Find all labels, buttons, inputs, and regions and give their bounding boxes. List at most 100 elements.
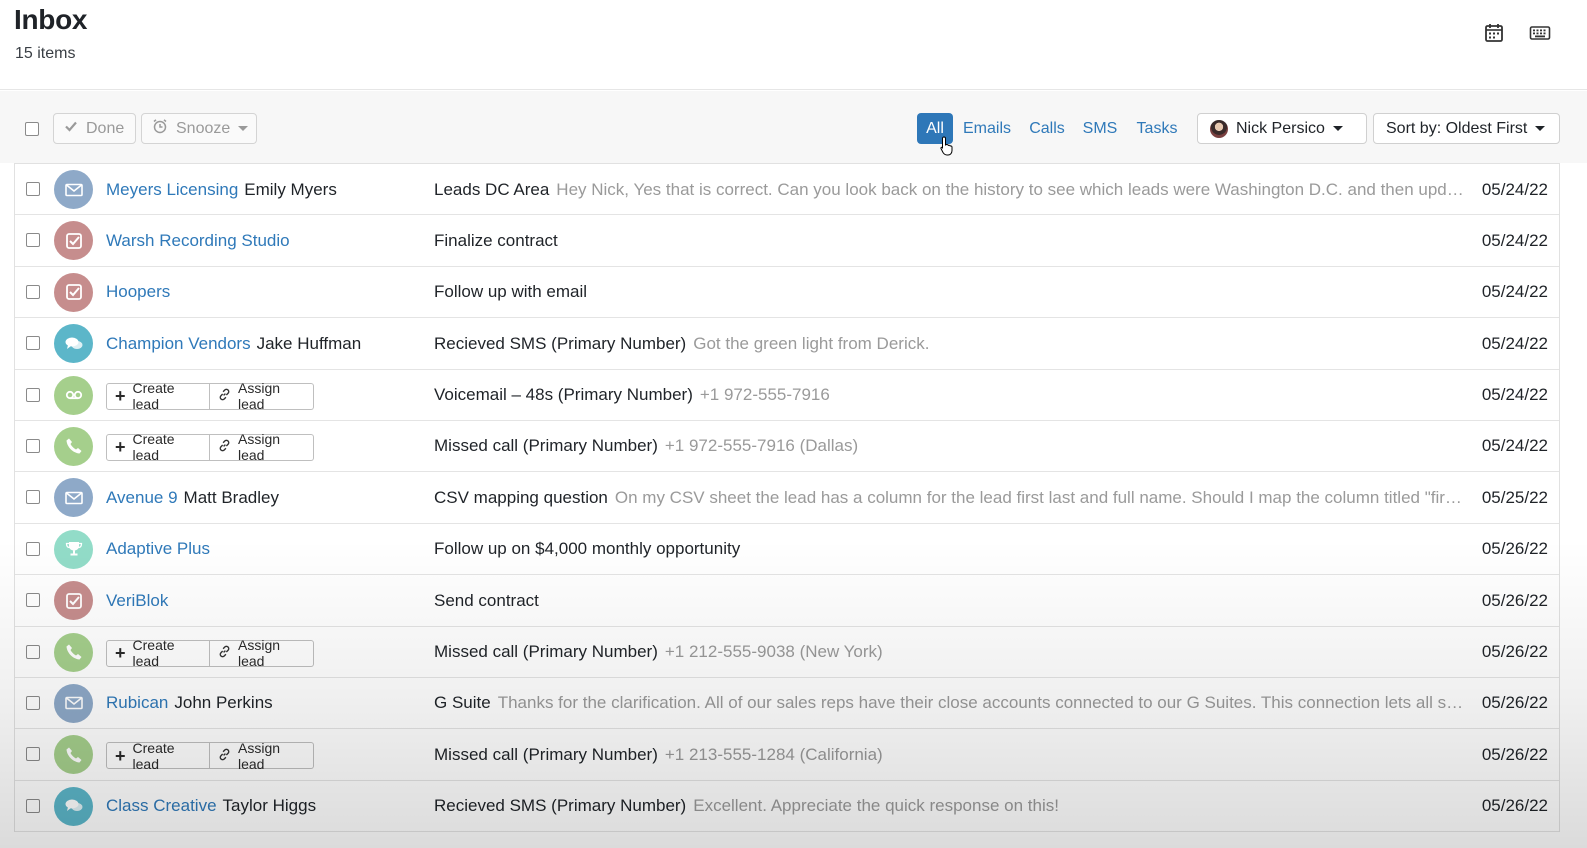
subject-text: Missed call (Primary Number): [434, 436, 658, 456]
company-link[interactable]: Rubican: [106, 693, 168, 713]
row-subject[interactable]: Recieved SMS (Primary Number) Excellent.…: [434, 781, 1470, 832]
contact-name[interactable]: John Perkins: [174, 693, 272, 713]
contact-name[interactable]: Emily Myers: [244, 180, 337, 200]
assign-lead-button[interactable]: Assign lead: [210, 380, 314, 413]
inbox-row[interactable]: Avenue 9 Matt Bradley CSV mapping questi…: [15, 472, 1559, 524]
create-lead-label: Create lead: [132, 739, 175, 772]
create-lead-button[interactable]: + Create lead: [106, 739, 210, 772]
row-checkbox[interactable]: [26, 747, 40, 762]
row-date: 05/24/22: [1481, 230, 1548, 250]
inbox-row[interactable]: Rubican John Perkins G Suite Thanks for …: [15, 677, 1559, 730]
inbox-row[interactable]: + Create lead Assign lead Missed call (Pr…: [15, 626, 1559, 678]
filter-tasks[interactable]: Tasks: [1134, 113, 1180, 144]
company-link[interactable]: Champion Vendors: [106, 334, 251, 354]
row-subject[interactable]: G Suite Thanks for the clarification. Al…: [434, 678, 1470, 729]
row-contact: Meyers Licensing Emily Myers: [106, 164, 337, 215]
assign-lead-label: Assign lead: [238, 431, 281, 464]
create-lead-button[interactable]: + Create lead: [106, 637, 210, 669]
assign-lead-button[interactable]: Assign lead: [210, 637, 314, 669]
create-lead-button[interactable]: + Create lead: [106, 380, 210, 412]
checkbox-task-icon: [54, 221, 93, 261]
row-checkbox[interactable]: [26, 644, 40, 659]
user-filter-dropdown[interactable]: Nick Persico: [1197, 113, 1367, 144]
company-link[interactable]: Warsh Recording Studio: [106, 231, 290, 251]
row-subject[interactable]: Finalize contract: [434, 215, 1470, 266]
inbox-row[interactable]: Adaptive Plus Follow up on $4,000 monthl…: [15, 523, 1559, 576]
row-checkbox[interactable]: [26, 182, 40, 196]
row-subject[interactable]: Missed call (Primary Number) +1 972-555-…: [434, 421, 1470, 472]
row-checkbox[interactable]: [26, 695, 40, 710]
snooze-label: Snooze: [176, 119, 231, 137]
row-subject[interactable]: Follow up on $4,000 monthly opportunity: [434, 524, 1470, 575]
row-subject[interactable]: Send contract: [434, 575, 1470, 626]
checkbox-task-icon: [54, 272, 93, 312]
plus-icon: +: [115, 437, 126, 458]
row-checkbox[interactable]: [26, 387, 40, 402]
row-checkbox[interactable]: [26, 798, 40, 813]
inbox-row[interactable]: Hoopers Follow up with email 05/24/22: [15, 266, 1559, 319]
assign-lead-button[interactable]: Assign lead: [210, 740, 314, 772]
row-checkbox[interactable]: [26, 593, 40, 608]
row-subject[interactable]: Missed call (Primary Number) +1 213-555-…: [434, 729, 1470, 780]
inbox-row[interactable]: Champion Vendors Jake Huffman Recieved S…: [15, 318, 1559, 370]
calendar-icon[interactable]: [1483, 22, 1505, 44]
create-lead-label: Create lead: [132, 431, 175, 464]
link-icon: [218, 388, 231, 404]
select-all-checkbox[interactable]: [25, 122, 39, 136]
filter-sms[interactable]: SMS: [1081, 113, 1119, 144]
phone-icon: [54, 735, 93, 775]
row-checkbox[interactable]: [26, 336, 40, 351]
chat-bubble-icon: [54, 324, 93, 364]
inbox-row[interactable]: + Create lead Assign lead Missed call (Pr…: [15, 420, 1559, 473]
page-title: Inbox: [14, 4, 88, 35]
row-checkbox[interactable]: [26, 233, 40, 248]
done-button[interactable]: Done: [53, 113, 136, 144]
assign-lead-label: Assign lead: [238, 380, 281, 413]
assign-lead-button[interactable]: Assign lead: [210, 431, 314, 464]
company-link[interactable]: VeriBlok: [106, 591, 168, 611]
chevron-down-icon: [1332, 126, 1343, 131]
sort-dropdown[interactable]: Sort by: Oldest First: [1373, 113, 1560, 144]
snooze-button[interactable]: Snooze: [141, 113, 257, 144]
row-subject[interactable]: Missed call (Primary Number) +1 212-555-…: [434, 627, 1470, 678]
row-checkbox[interactable]: [26, 490, 40, 505]
inbox-row[interactable]: + Create lead Assign lead Voicemail – 48s…: [15, 369, 1559, 421]
inbox-row[interactable]: Warsh Recording Studio Finalize contract…: [15, 215, 1559, 267]
create-lead-button[interactable]: + Create lead: [106, 431, 210, 464]
row-subject[interactable]: Leads DC Area Hey Nick, Yes that is corr…: [434, 164, 1470, 215]
company-link[interactable]: Adaptive Plus: [106, 539, 210, 559]
inbox-row[interactable]: Class Creative Taylor Higgs Recieved SMS…: [15, 780, 1559, 833]
lead-actions: + Create lead Assign lead: [106, 739, 314, 772]
company-link[interactable]: Hoopers: [106, 282, 170, 302]
row-subject[interactable]: Voicemail – 48s (Primary Number) +1 972-…: [434, 370, 1470, 421]
row-checkbox[interactable]: [26, 284, 40, 299]
inbox-row[interactable]: VeriBlok Send contract 05/26/22: [15, 575, 1559, 627]
chat-bubble-icon: [54, 786, 93, 826]
company-link[interactable]: Meyers Licensing: [106, 180, 238, 200]
row-checkbox[interactable]: [26, 541, 40, 556]
contact-name[interactable]: Matt Bradley: [184, 488, 279, 508]
sort-label: Sort by: Oldest First: [1386, 119, 1528, 137]
lead-actions: + Create lead Assign lead: [106, 431, 314, 464]
company-link[interactable]: Avenue 9: [106, 488, 178, 508]
row-contact: Adaptive Plus: [106, 524, 210, 575]
inbox-row[interactable]: + Create lead Assign lead Missed call (Pr…: [15, 729, 1559, 781]
row-date: 05/24/22: [1481, 436, 1548, 456]
contact-name[interactable]: Jake Huffman: [257, 334, 362, 354]
row-subject[interactable]: Follow up with email: [434, 267, 1470, 318]
row-subject[interactable]: CSV mapping question On my CSV sheet the…: [434, 472, 1470, 523]
contact-name[interactable]: Taylor Higgs: [223, 796, 317, 816]
row-date: 05/26/22: [1481, 693, 1548, 713]
filter-calls[interactable]: Calls: [1027, 113, 1067, 144]
row-date: 05/26/22: [1481, 796, 1548, 816]
row-contact: Champion Vendors Jake Huffman: [106, 318, 361, 369]
company-link[interactable]: Class Creative: [106, 796, 217, 816]
row-subject[interactable]: Recieved SMS (Primary Number) Got the gr…: [434, 318, 1470, 369]
inbox-row[interactable]: Meyers Licensing Emily Myers Leads DC Ar…: [15, 164, 1559, 216]
filter-emails[interactable]: Emails: [963, 113, 1011, 144]
row-checkbox[interactable]: [26, 438, 40, 453]
keyboard-icon[interactable]: [1529, 22, 1551, 44]
row-contact: VeriBlok: [106, 575, 168, 626]
lead-actions: + Create lead Assign lead: [106, 637, 314, 669]
preview-text: Hey Nick, Yes that is correct. Can you l…: [556, 179, 1470, 199]
